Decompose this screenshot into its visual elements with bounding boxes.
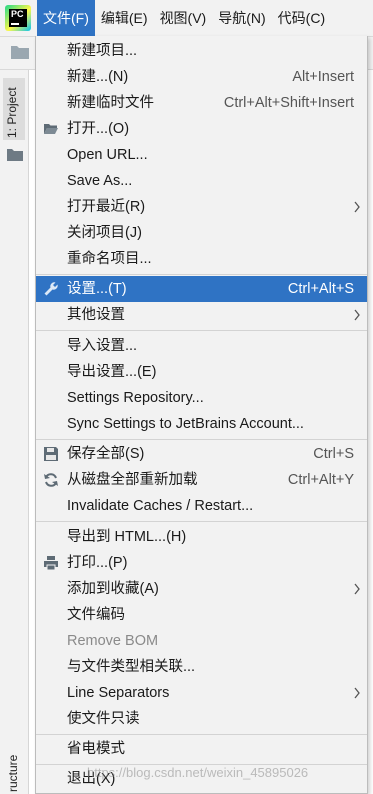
reload-icon (44, 473, 58, 487)
menu-item-export-to-html[interactable]: 导出到 HTML...(H) (36, 524, 367, 550)
menu-item-save-all[interactable]: 保存全部(S) Ctrl+S (36, 441, 367, 467)
project-tool-label: 1: Project (5, 87, 19, 138)
menu-item-label: 保存全部(S) (67, 446, 145, 462)
menu-item-rename-project[interactable]: 重命名项目... (36, 246, 367, 272)
menu-item-label: Open URL... (67, 147, 148, 163)
pycharm-logo-icon: PC (5, 5, 31, 31)
menu-item-open[interactable]: 打开...(O) (36, 116, 367, 142)
menu-item-shortcut: Alt+Insert (292, 69, 354, 85)
menu-item-sync-settings[interactable]: Sync Settings to JetBrains Account... (36, 411, 367, 437)
menu-file[interactable]: 文件(F) (37, 0, 95, 36)
menu-separator (36, 439, 367, 440)
menu-item-label: Remove BOM (67, 633, 159, 649)
menu-item-new-scratch-file[interactable]: 新建临时文件 Ctrl+Alt+Shift+Insert (36, 90, 367, 116)
menu-separator (36, 274, 367, 275)
project-tool-button[interactable]: 1: Project (3, 78, 25, 140)
menu-item-save-as[interactable]: Save As... (36, 168, 367, 194)
menu-item-label: 关闭项目(J) (67, 225, 142, 241)
menu-item-power-save-mode[interactable]: 省电模式 (36, 736, 367, 762)
menu-separator (36, 330, 367, 331)
folder-icon (7, 149, 23, 161)
menu-item-label: 省电模式 (67, 741, 125, 757)
menu-item-shortcut: Ctrl+Alt+Y (287, 472, 354, 488)
menu-item-label: 新建项目... (67, 43, 138, 59)
menu-item-label: 使文件只读 (67, 711, 140, 727)
menu-navigate[interactable]: 导航(N) (212, 0, 271, 36)
menu-item-remove-bom: Remove BOM (36, 628, 367, 654)
menu-bar: PC 文件(F) 编辑(E) 视图(V) 导航(N) 代码(C) (0, 0, 373, 37)
menu-item-label: Sync Settings to JetBrains Account... (67, 416, 304, 432)
menu-item-label: 新建...(N) (67, 69, 129, 85)
menu-item-label: 从磁盘全部重新加载 (67, 472, 198, 488)
menu-item-shortcut: Ctrl+Alt+Shift+Insert (223, 95, 354, 111)
menu-item-label: 与文件类型相关联... (67, 659, 196, 675)
menu-code[interactable]: 代码(C) (272, 0, 331, 36)
menu-item-open-recent[interactable]: 打开最近(R) (36, 194, 367, 220)
menu-item-label: 导入设置... (67, 338, 138, 354)
menu-item-label: 新建临时文件 (67, 95, 154, 111)
menu-item-close-project[interactable]: 关闭项目(J) (36, 220, 367, 246)
menu-item-export-settings[interactable]: 导出设置...(E) (36, 359, 367, 385)
watermark-text: https://blog.csdn.net/weixin_45895026 (87, 765, 309, 780)
menu-item-settings[interactable]: 设置...(T) Ctrl+Alt+S (36, 276, 367, 302)
printer-icon (44, 556, 58, 571)
menu-item-label: 设置...(T) (67, 281, 127, 297)
menu-item-shortcut: Ctrl+Alt+S (287, 281, 354, 297)
menu-item-label: 导出设置...(E) (67, 364, 157, 380)
wrench-icon (44, 282, 58, 296)
menu-item-label: Line Separators (67, 685, 170, 701)
menu-item-file-encoding[interactable]: 文件编码 (36, 602, 367, 628)
menu-item-label: 导出到 HTML...(H) (67, 529, 187, 545)
menu-item-new-project[interactable]: 新建项目... (36, 38, 367, 64)
menu-item-print[interactable]: 打印...(P) (36, 550, 367, 576)
folder-open-icon (44, 124, 58, 134)
menu-item-label: 打开最近(R) (67, 199, 146, 215)
menu-item-associate-file-type[interactable]: 与文件类型相关联... (36, 654, 367, 680)
menu-item-label: Save As... (67, 173, 133, 189)
chevron-right-icon (354, 309, 360, 321)
left-tool-strip: 1: Project ructure (0, 70, 29, 794)
menu-item-label: 重命名项目... (67, 251, 152, 267)
menu-item-new[interactable]: 新建...(N) Alt+Insert (36, 64, 367, 90)
menu-view[interactable]: 视图(V) (154, 0, 213, 36)
menu-item-label: 文件编码 (67, 607, 125, 623)
file-menu-dropdown: 新建项目... 新建...(N) Alt+Insert 新建临时文件 Ctrl+… (35, 36, 368, 794)
menu-item-other-settings[interactable]: 其他设置 (36, 302, 367, 328)
menu-separator (36, 521, 367, 522)
menu-item-label: 其他设置 (67, 307, 125, 323)
folder-icon[interactable] (11, 45, 29, 59)
menu-item-add-to-favorites[interactable]: 添加到收藏(A) (36, 576, 367, 602)
structure-tool-button[interactable]: ructure (3, 742, 25, 794)
menu-item-label: Settings Repository... (67, 390, 204, 406)
menu-item-settings-repository[interactable]: Settings Repository... (36, 385, 367, 411)
chevron-right-icon (354, 687, 360, 699)
menu-item-label: 打开...(O) (67, 121, 130, 137)
menu-item-label: 添加到收藏(A) (67, 581, 159, 597)
structure-tool-label: ructure (6, 754, 20, 792)
menu-item-label: 打印...(P) (67, 555, 128, 571)
chevron-right-icon (354, 201, 360, 213)
menu-edit[interactable]: 编辑(E) (95, 0, 154, 36)
menu-item-open-url[interactable]: Open URL... (36, 142, 367, 168)
menu-item-invalidate-caches[interactable]: Invalidate Caches / Restart... (36, 493, 367, 519)
menu-item-import-settings[interactable]: 导入设置... (36, 333, 367, 359)
menu-item-reload-all[interactable]: 从磁盘全部重新加载 Ctrl+Alt+Y (36, 467, 367, 493)
menu-item-shortcut: Ctrl+S (313, 446, 354, 462)
chevron-right-icon (354, 583, 360, 595)
save-icon (44, 447, 58, 461)
menu-separator (36, 734, 367, 735)
menu-item-line-separators[interactable]: Line Separators (36, 680, 367, 706)
menu-item-label: Invalidate Caches / Restart... (67, 498, 254, 514)
menu-item-make-read-only[interactable]: 使文件只读 (36, 706, 367, 732)
